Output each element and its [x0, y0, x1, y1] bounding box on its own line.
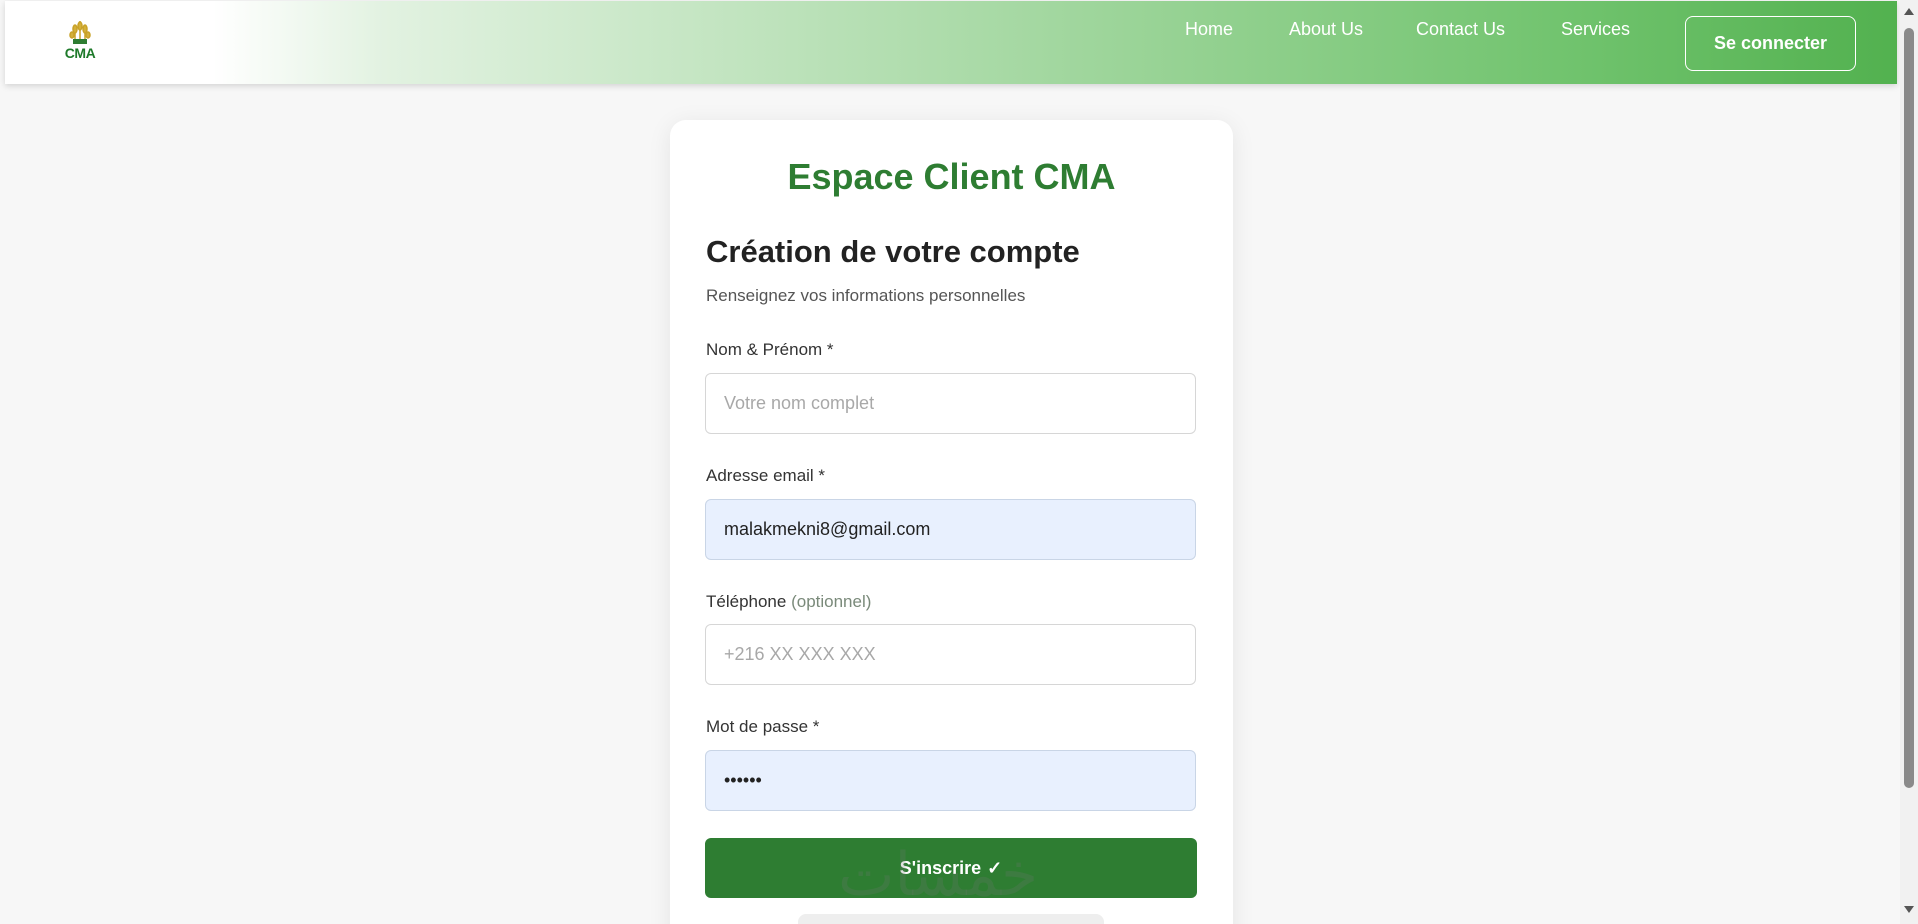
brand-title: Espace Client CMA — [787, 156, 1116, 197]
wheat-logo-icon — [69, 21, 91, 44]
nav-contact-us[interactable]: Contact Us — [1416, 19, 1505, 40]
page-scrollbar[interactable] — [1900, 0, 1918, 924]
phone-label-text: Téléphone — [706, 592, 787, 611]
password-input[interactable] — [705, 750, 1196, 811]
check-icon: ✓ — [987, 857, 1003, 878]
name-input[interactable] — [705, 373, 1196, 434]
bottom-element — [798, 914, 1104, 924]
phone-input[interactable] — [705, 624, 1196, 685]
nav-services[interactable]: Services — [1561, 19, 1630, 40]
phone-label: Téléphone (optionnel) — [706, 592, 871, 612]
signup-button-label: S'inscrire — [899, 857, 982, 878]
signup-button[interactable]: S'inscrire ✓ — [705, 838, 1197, 898]
scroll-down-icon[interactable] — [1904, 906, 1914, 913]
form-title: Création de votre compte — [706, 234, 1080, 269]
cma-logo[interactable]: CMA — [55, 19, 105, 63]
registration-card: Espace Client CMA Création de votre comp… — [670, 120, 1233, 924]
name-label: Nom & Prénom * — [706, 340, 834, 359]
login-button[interactable]: Se connecter — [1685, 16, 1856, 71]
password-label: Mot de passe * — [706, 717, 820, 736]
email-input[interactable] — [705, 499, 1196, 560]
top-navbar: CMA Home About Us Contact Us Services Se… — [5, 1, 1897, 84]
phone-optional-hint: (optionnel) — [791, 592, 872, 611]
scroll-thumb[interactable] — [1904, 28, 1914, 788]
scroll-up-icon[interactable] — [1904, 8, 1914, 15]
logo-text: CMA — [64, 45, 96, 61]
form-subtitle: Renseignez vos informations personnelles — [706, 286, 1026, 305]
nav-about-us[interactable]: About Us — [1289, 19, 1363, 40]
nav-home[interactable]: Home — [1185, 19, 1233, 40]
email-label: Adresse email * — [706, 466, 826, 485]
